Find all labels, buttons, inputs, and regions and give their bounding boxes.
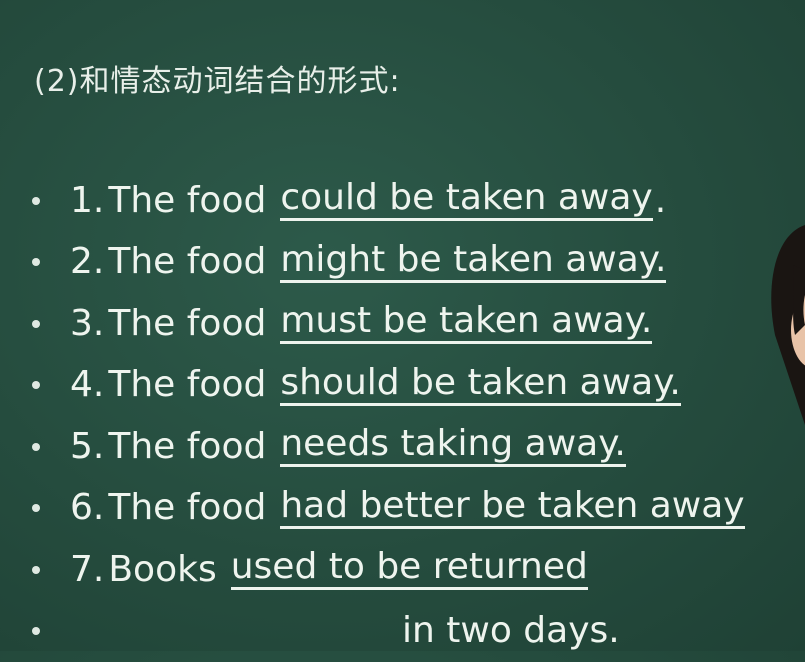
list-item: in two days. xyxy=(32,601,805,662)
list-item: 4. The food should be taken away. xyxy=(32,355,805,417)
bullet-icon xyxy=(32,258,40,266)
item-number: 1. xyxy=(70,183,104,219)
teacher-figure xyxy=(765,225,805,425)
bullet-icon xyxy=(32,443,40,451)
item-subject: The food xyxy=(108,306,266,342)
chalkboard: (2)和情态动词结合的形式: 1. The food could be take… xyxy=(0,0,805,651)
item-answer: had better be taken away xyxy=(280,488,744,529)
item-tail: . xyxy=(655,183,666,219)
bullet-icon xyxy=(32,197,40,205)
item-continuation: in two days. xyxy=(402,613,620,649)
item-number: 6. xyxy=(70,490,104,526)
item-number: 2. xyxy=(70,244,104,280)
bullet-icon xyxy=(32,627,40,635)
item-subject: The food xyxy=(108,429,266,465)
item-number: 4. xyxy=(70,367,104,403)
item-subject: Books xyxy=(108,552,216,588)
item-answer: used to be returned xyxy=(231,549,588,590)
list-item: 5. The food needs taking away. xyxy=(32,416,805,478)
item-answer: must be taken away. xyxy=(280,303,652,344)
list-item: 1. The food could be taken away . xyxy=(32,170,805,232)
list-item: 7. Books used to be returned xyxy=(32,539,805,601)
item-number: 3. xyxy=(70,306,104,342)
bullet-icon xyxy=(32,320,40,328)
list-item: 3. The food must be taken away. xyxy=(32,293,805,355)
item-subject: The food xyxy=(108,490,266,526)
example-list: 1. The food could be taken away . 2. The… xyxy=(32,170,805,662)
lesson-title: (2)和情态动词结合的形式: xyxy=(34,56,401,100)
bullet-icon xyxy=(32,504,40,512)
item-subject: The food xyxy=(108,244,266,280)
item-answer: could be taken away xyxy=(280,180,652,221)
item-answer: should be taken away. xyxy=(280,365,680,406)
list-item: 2. The food might be taken away. xyxy=(32,232,805,294)
list-item: 6. The food had better be taken away xyxy=(32,478,805,540)
item-number: 5. xyxy=(70,429,104,465)
bullet-icon xyxy=(32,566,40,574)
item-number: 7. xyxy=(70,552,104,588)
item-answer: needs taking away. xyxy=(280,426,625,467)
item-subject: The food xyxy=(108,183,266,219)
bullet-icon xyxy=(32,381,40,389)
item-subject: The food xyxy=(108,367,266,403)
item-answer: might be taken away. xyxy=(280,242,666,283)
